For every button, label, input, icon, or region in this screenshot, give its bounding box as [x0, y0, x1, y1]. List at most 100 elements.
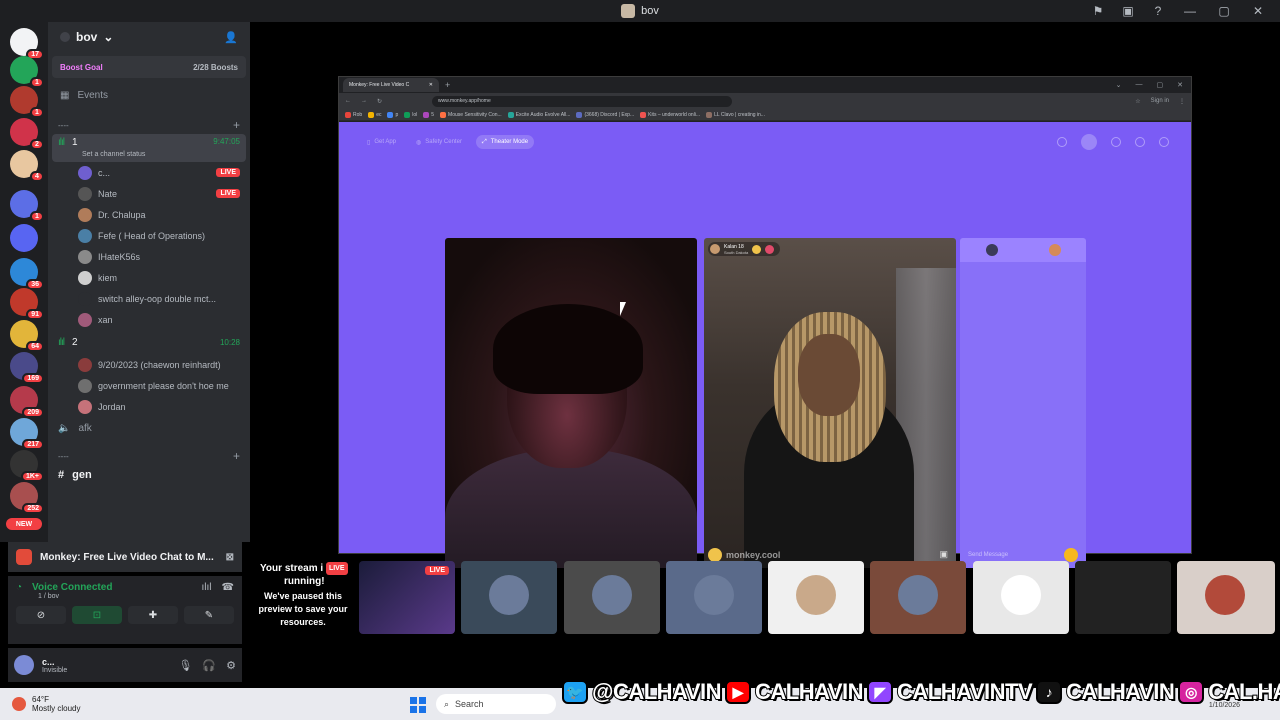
- tab-search-icon[interactable]: ⌄: [1116, 81, 1122, 89]
- bookmark-item[interactable]: LL Clavo | creating in...: [706, 111, 765, 118]
- server-icon[interactable]: 217: [10, 418, 44, 450]
- bookmark-item[interactable]: 5: [423, 111, 434, 118]
- voice-connected-label[interactable]: Voice Connected: [32, 582, 112, 593]
- voice-channel-2[interactable]: ılıl 2 10:28: [48, 330, 250, 354]
- gear-icon[interactable]: ⚙: [226, 659, 236, 672]
- bookmark-item[interactable]: (3668) Discord | Exp...: [576, 111, 634, 118]
- add-channel-icon[interactable]: +: [233, 118, 240, 132]
- server-icon[interactable]: 1: [10, 190, 44, 222]
- browser-tab[interactable]: Monkey: Free Live Video C ✕: [343, 78, 439, 92]
- help-icon[interactable]: ?: [1150, 3, 1166, 19]
- voice-user[interactable]: Nate LIVE: [48, 183, 250, 204]
- bookmark-item[interactable]: Mouse Sensitivity Con...: [440, 111, 502, 118]
- windows-start-icon[interactable]: [410, 697, 426, 713]
- stop-stream-icon[interactable]: ⊠: [226, 552, 234, 563]
- participant-tile[interactable]: [768, 561, 864, 634]
- friends-icon[interactable]: [1159, 137, 1169, 147]
- peer-avatar-icon[interactable]: [1048, 244, 1061, 256]
- search-icon[interactable]: [1057, 137, 1067, 147]
- voice-user[interactable]: government please don't hoe me: [48, 375, 250, 396]
- fullscreen-icon[interactable]: ▣: [939, 549, 948, 560]
- voice-channel-1[interactable]: ılıl 1 9:47:05 Set a channel status: [52, 134, 246, 162]
- back-icon[interactable]: ←: [345, 98, 351, 104]
- get-app-button[interactable]: ▯ Get App: [361, 135, 402, 149]
- screen-share-button[interactable]: ⊡: [72, 606, 122, 624]
- menu-icon[interactable]: ⋮: [1179, 98, 1185, 105]
- server-icon[interactable]: 91: [10, 288, 44, 320]
- server-icon[interactable]: [10, 224, 38, 252]
- maximize-button[interactable]: ▢: [1214, 4, 1234, 18]
- add-member-icon[interactable]: 👤: [224, 31, 238, 44]
- channel-status[interactable]: Set a channel status: [82, 151, 145, 158]
- screen-share-icon[interactable]: ▣: [1120, 3, 1136, 19]
- user-avatar-icon[interactable]: [985, 244, 998, 256]
- browser-maximize-button[interactable]: ▢: [1157, 81, 1164, 89]
- participant-tile[interactable]: [1177, 561, 1275, 634]
- bookmark-item[interactable]: p: [387, 111, 398, 118]
- bookmark-item[interactable]: ec: [368, 111, 381, 118]
- participant-tile[interactable]: [870, 561, 966, 634]
- avatar[interactable]: [14, 655, 34, 675]
- voice-user[interactable]: xan: [48, 309, 250, 330]
- mic-icon[interactable]: 🎙: [178, 659, 192, 672]
- soundboard-button[interactable]: ✎: [184, 606, 234, 624]
- server-icon[interactable]: 169: [10, 352, 44, 384]
- bookmark-item[interactable]: lol: [404, 111, 417, 118]
- events-item[interactable]: ▦ Events: [48, 82, 250, 108]
- chat-icon[interactable]: [1135, 137, 1145, 147]
- server-icon[interactable]: 64: [10, 320, 44, 352]
- minimize-button[interactable]: —: [1180, 4, 1200, 18]
- browser-minimize-button[interactable]: —: [1136, 81, 1143, 89]
- forward-icon[interactable]: →: [361, 98, 367, 104]
- theater-mode-button[interactable]: ⤢ Theater Mode: [475, 135, 535, 149]
- activities-button[interactable]: ✚: [128, 606, 178, 624]
- server-icon[interactable]: 1: [10, 56, 44, 88]
- heart-icon[interactable]: [752, 244, 762, 254]
- voice-user[interactable]: Dr. Chalupa: [48, 204, 250, 225]
- close-tab-icon[interactable]: ✕: [429, 82, 433, 88]
- bookmark-item[interactable]: Rob: [345, 111, 362, 118]
- browser-close-button[interactable]: ✕: [1177, 81, 1183, 89]
- voice-user[interactable]: switch alley-oop double mct...: [48, 288, 250, 309]
- server-icon[interactable]: 209: [10, 386, 44, 418]
- voice-user[interactable]: 9/20/2023 (chaewon reinhardt): [48, 354, 250, 375]
- voice-user[interactable]: Fefe ( Head of Operations): [48, 225, 250, 246]
- address-bar[interactable]: www.monkey.app/home: [432, 95, 733, 107]
- participant-tile[interactable]: LIVE: [359, 561, 455, 634]
- server-header[interactable]: bov ⌄ 👤: [48, 22, 250, 52]
- peer-tag[interactable]: Kalan 18 South Dakota: [708, 242, 781, 256]
- server-icon[interactable]: 252: [10, 482, 44, 514]
- participant-tile[interactable]: [564, 561, 660, 634]
- reload-icon[interactable]: ↻: [377, 98, 382, 105]
- server-icon[interactable]: 36: [10, 258, 44, 290]
- gift-icon[interactable]: [1064, 548, 1078, 562]
- bookmark-item[interactable]: Kits – underworld onli...: [640, 111, 700, 118]
- noise-suppression-icon[interactable]: ılıl: [202, 582, 212, 593]
- voice-user[interactable]: IHateK56s: [48, 246, 250, 267]
- weather-widget[interactable]: 64°F Mostly cloudy: [0, 695, 80, 713]
- participant-tile[interactable]: [1075, 561, 1171, 634]
- safety-center-button[interactable]: ◍ Safety Center: [410, 135, 468, 149]
- sign-in-button[interactable]: Sign in: [1151, 98, 1169, 105]
- category-header[interactable]: ---- +: [48, 447, 250, 465]
- voice-user[interactable]: c... LIVE: [48, 162, 250, 183]
- close-button[interactable]: ✕: [1248, 4, 1268, 18]
- history-icon[interactable]: [1111, 137, 1121, 147]
- participant-tile[interactable]: [973, 561, 1069, 634]
- disconnect-icon[interactable]: ☎: [222, 582, 234, 593]
- server-icon[interactable]: 2: [10, 118, 44, 150]
- participant-tile[interactable]: [666, 561, 762, 634]
- inbox-icon[interactable]: ⚑: [1090, 3, 1106, 19]
- taskbar-search[interactable]: ⌕ Search: [436, 694, 556, 714]
- bookmark-item[interactable]: Excite Audio Evolve All...: [507, 111, 570, 118]
- server-icon[interactable]: 17: [10, 28, 44, 60]
- text-channel-gen[interactable]: # gen: [48, 465, 250, 485]
- boost-goal-bar[interactable]: Boost Goal 2/28 Boosts: [52, 56, 246, 78]
- voice-user[interactable]: kiem: [48, 267, 250, 288]
- server-icon[interactable]: 1: [10, 86, 44, 118]
- server-icon[interactable]: 1K+: [10, 450, 44, 482]
- category-header[interactable]: ---- +: [48, 116, 250, 134]
- headphones-icon[interactable]: 🎧: [202, 659, 216, 672]
- new-tab-button[interactable]: +: [445, 80, 450, 90]
- server-icon[interactable]: 4: [10, 150, 44, 182]
